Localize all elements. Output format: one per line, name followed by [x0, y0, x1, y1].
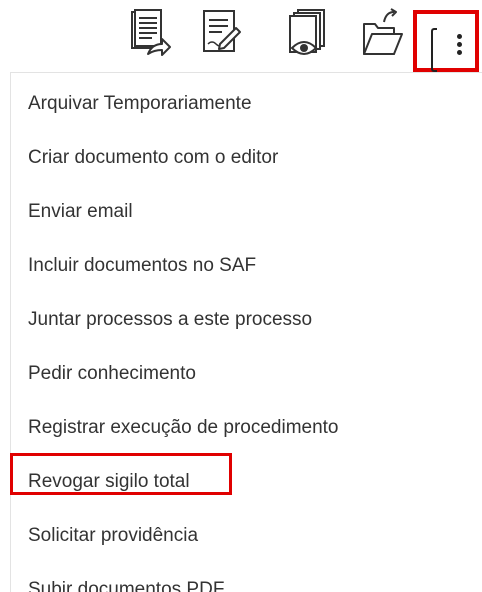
send-document-icon[interactable] [128, 8, 172, 60]
menu-item-subir-documentos-pdf[interactable]: Subir documentos PDF [11, 570, 471, 592]
menu-item-arquivar-temporariamente[interactable]: Arquivar Temporariamente [11, 84, 471, 124]
menu-item-solicitar-providencia[interactable]: Solicitar providência [11, 516, 471, 556]
view-document-icon[interactable] [284, 8, 328, 60]
menu-item-revogar-sigilo-total[interactable]: Revogar sigilo total [11, 462, 471, 502]
menu-item-enviar-email[interactable]: Enviar email [11, 192, 471, 232]
open-folder-icon[interactable] [360, 8, 404, 60]
menu-item-registrar-execucao[interactable]: Registrar execução de procedimento [11, 408, 471, 448]
toolbar [0, 0, 482, 72]
more-vertical-icon [457, 34, 463, 58]
more-options-button[interactable] [413, 10, 479, 72]
menu-item-pedir-conhecimento[interactable]: Pedir conhecimento [11, 354, 471, 394]
menu-item-juntar-processos[interactable]: Juntar processos a este processo [11, 300, 471, 340]
menu-item-incluir-documentos-saf[interactable]: Incluir documentos no SAF [11, 246, 471, 286]
edit-document-icon[interactable] [198, 8, 242, 60]
actions-dropdown-menu: Arquivar Temporariamente Criar documento… [10, 72, 482, 592]
menu-item-criar-documento-editor[interactable]: Criar documento com o editor [11, 138, 471, 178]
toolbar-divider [431, 28, 437, 72]
